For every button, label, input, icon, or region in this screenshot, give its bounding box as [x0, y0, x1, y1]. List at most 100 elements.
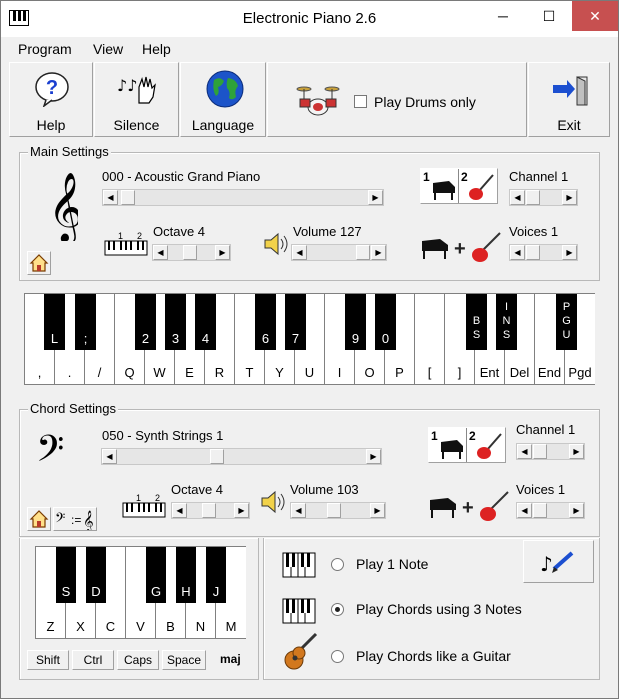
black-key[interactable]: J	[206, 547, 226, 603]
close-button[interactable]: ✕	[572, 1, 618, 31]
scroll-left-arrow-icon[interactable]: ◀	[517, 444, 532, 459]
chord-volume-scrollbar[interactable]: ◀ ▶	[290, 502, 386, 519]
chord-editor-button[interactable]: ♪	[523, 540, 594, 583]
chord-options-panel: Play 1 Note Play Chords using 3 Notes Pl…	[263, 538, 600, 680]
black-key[interactable]: BS	[466, 294, 487, 350]
maximize-button[interactable]: ☐	[526, 1, 572, 31]
menu-program[interactable]: Program	[18, 41, 72, 57]
chord-octave-thumb[interactable]	[202, 503, 216, 518]
black-key-label-bs: BS	[472, 315, 481, 341]
scroll-left-arrow-icon[interactable]: ◀	[102, 449, 117, 464]
black-key[interactable]: 3	[165, 294, 186, 350]
main-channel-scrollbar[interactable]: ◀ ▶	[509, 189, 578, 206]
black-key[interactable]: ;	[75, 294, 96, 350]
minimize-button[interactable]: ─	[480, 1, 526, 31]
main-voice-select[interactable]: 1 2	[420, 168, 498, 204]
scroll-right-arrow-icon[interactable]: ▶	[562, 190, 577, 205]
scroll-right-arrow-icon[interactable]: ▶	[368, 190, 383, 205]
chord-voice-guitar-option[interactable]: 2	[467, 428, 505, 462]
scroll-right-arrow-icon[interactable]: ▶	[569, 444, 584, 459]
scroll-right-arrow-icon[interactable]: ▶	[569, 503, 584, 518]
silence-button[interactable]: ♪♪ Silence	[94, 62, 179, 137]
main-home-button[interactable]	[27, 251, 51, 275]
ctrl-button[interactable]: Ctrl	[72, 650, 114, 670]
chord-instrument-thumb[interactable]	[210, 449, 224, 464]
chord-type-label: maj	[220, 652, 241, 666]
black-key[interactable]: 0	[375, 294, 396, 350]
menu-help[interactable]: Help	[142, 41, 171, 57]
svg-text:♪♪: ♪♪	[117, 76, 137, 95]
scroll-left-arrow-icon[interactable]: ◀	[172, 503, 187, 518]
scroll-left-arrow-icon[interactable]: ◀	[510, 245, 525, 260]
main-octave-num-2: 2	[137, 231, 142, 241]
black-key[interactable]: 6	[255, 294, 276, 350]
scroll-right-arrow-icon[interactable]: ▶	[371, 245, 386, 260]
scroll-left-arrow-icon[interactable]: ◀	[153, 245, 168, 260]
black-key[interactable]: INS	[496, 294, 517, 350]
octave-keyboard-icon: 1 2	[122, 493, 166, 518]
main-voice-guitar-option[interactable]: 2	[459, 169, 497, 203]
menu-view[interactable]: View	[93, 41, 123, 57]
chord-channel-thumb[interactable]	[533, 444, 547, 459]
scroll-left-arrow-icon[interactable]: ◀	[292, 245, 307, 260]
chord-voice-select[interactable]: 1 2	[428, 427, 506, 463]
black-key[interactable]: 9	[345, 294, 366, 350]
exit-button[interactable]: Exit	[528, 62, 610, 137]
scroll-left-arrow-icon[interactable]: ◀	[291, 503, 306, 518]
space-button[interactable]: Space	[162, 650, 206, 670]
play-chords-guitar-radio[interactable]	[331, 650, 344, 663]
scroll-right-arrow-icon[interactable]: ▶	[234, 503, 249, 518]
black-key[interactable]: D	[86, 547, 106, 603]
black-key-label-ins: INS	[502, 301, 511, 341]
black-key[interactable]: G	[146, 547, 166, 603]
svg-text:𝄢: 𝄢	[55, 510, 65, 529]
main-octave-scrollbar[interactable]: ◀ ▶	[152, 244, 231, 261]
black-key[interactable]: PGU	[556, 294, 577, 350]
drum-kit-icon	[296, 86, 340, 116]
scroll-left-arrow-icon[interactable]: ◀	[510, 190, 525, 205]
main-voices-thumb[interactable]	[526, 245, 540, 260]
chord-octave-scrollbar[interactable]: ◀ ▶	[171, 502, 250, 519]
scroll-right-arrow-icon[interactable]: ▶	[366, 449, 381, 464]
clef-swap-button[interactable]: 𝄢 := 𝄞	[53, 507, 97, 532]
main-octave-thumb[interactable]	[183, 245, 197, 260]
chord-volume-label: Volume 103	[290, 482, 359, 497]
chord-voices-thumb[interactable]	[533, 503, 547, 518]
play-drums-checkbox[interactable]	[354, 95, 367, 108]
black-key[interactable]: 2	[135, 294, 156, 350]
main-volume-scrollbar[interactable]: ◀ ▶	[291, 244, 387, 261]
chord-voice-piano-option[interactable]: 1	[429, 428, 467, 462]
main-instrument-scrollbar[interactable]: ◀ ▶	[102, 189, 384, 206]
scroll-left-arrow-icon[interactable]: ◀	[517, 503, 532, 518]
caps-button[interactable]: Caps	[117, 650, 159, 670]
chord-channel-scrollbar[interactable]: ◀ ▶	[516, 443, 585, 460]
chord-voices-scrollbar[interactable]: ◀ ▶	[516, 502, 585, 519]
main-settings-group: Main Settings 𝄞 000 - Acoustic Grand Pia…	[19, 144, 600, 281]
scroll-right-arrow-icon[interactable]: ▶	[370, 503, 385, 518]
chord-volume-thumb[interactable]	[327, 503, 341, 518]
scroll-left-arrow-icon[interactable]: ◀	[103, 190, 118, 205]
main-voices-scrollbar[interactable]: ◀ ▶	[509, 244, 578, 261]
play-chords-3-notes-radio[interactable]	[331, 603, 344, 616]
main-voice-piano-option[interactable]: 1	[421, 169, 459, 203]
main-channel-thumb[interactable]	[526, 190, 540, 205]
white-key[interactable]: [	[415, 294, 445, 384]
play-chords-guitar-label: Play Chords like a Guitar	[356, 648, 511, 664]
black-key[interactable]: S	[56, 547, 76, 603]
help-button[interactable]: ? Help	[9, 62, 93, 137]
play-1-note-radio[interactable]	[331, 558, 344, 571]
language-button[interactable]: Language	[180, 62, 266, 137]
black-key[interactable]: L	[44, 294, 65, 350]
help-icon: ?	[35, 72, 69, 107]
title-bar: Electronic Piano 2.6 ─ ☐ ✕	[1, 1, 618, 37]
main-instrument-thumb[interactable]	[121, 190, 135, 205]
chord-home-button[interactable]	[27, 507, 51, 531]
black-key[interactable]: 4	[195, 294, 216, 350]
black-key[interactable]: 7	[285, 294, 306, 350]
shift-button[interactable]: Shift	[27, 650, 69, 670]
black-key[interactable]: H	[176, 547, 196, 603]
scroll-right-arrow-icon[interactable]: ▶	[562, 245, 577, 260]
chord-instrument-scrollbar[interactable]: ◀ ▶	[101, 448, 382, 465]
scroll-right-arrow-icon[interactable]: ▶	[215, 245, 230, 260]
main-volume-thumb[interactable]	[356, 245, 370, 260]
